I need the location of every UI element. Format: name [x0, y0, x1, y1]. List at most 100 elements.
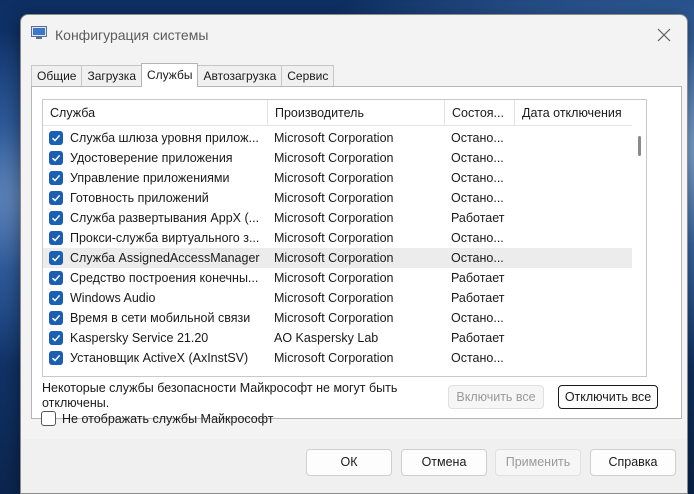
service-name: Прокси-служба виртуального з...	[70, 231, 260, 245]
service-checkbox[interactable]	[49, 151, 63, 165]
service-manufacturer: AO Kaspersky Lab	[274, 331, 379, 345]
service-checkbox[interactable]	[49, 211, 63, 225]
vertical-scrollbar[interactable]	[632, 100, 646, 376]
service-checkbox[interactable]	[49, 331, 63, 345]
checkmark-icon	[51, 254, 61, 262]
table-row[interactable]: Kaspersky Service 21.20 AO Kaspersky Lab Р…	[43, 328, 646, 348]
checkmark-icon	[51, 294, 61, 302]
service-name: Удостоверение приложения	[70, 151, 233, 165]
checkmark-icon	[51, 274, 61, 282]
column-header-manufacturer[interactable]: Производитель	[268, 100, 445, 126]
services-list[interactable]: Служба Производитель Состоя... Дата откл…	[42, 99, 647, 377]
table-row[interactable]: Готовность приложений Microsoft Corporati…	[43, 188, 646, 208]
cancel-button[interactable]: Отмена	[401, 449, 487, 476]
table-row[interactable]: Удостоверение приложения Microsoft Corpor…	[43, 148, 646, 168]
tab-services[interactable]: Службы	[141, 63, 199, 87]
table-row[interactable]: Время в сети мобильной связи Microsoft Co…	[43, 308, 646, 328]
msconfig-icon	[31, 26, 47, 39]
service-manufacturer: Microsoft Corporation	[274, 351, 394, 365]
dialog-footer: ОК Отмена Применить Справка	[21, 439, 687, 493]
checkmark-icon	[51, 234, 61, 242]
service-checkbox[interactable]	[49, 271, 63, 285]
service-checkbox[interactable]	[49, 231, 63, 245]
checkmark-icon	[51, 174, 61, 182]
service-manufacturer: Microsoft Corporation	[274, 291, 394, 305]
title-bar[interactable]: Конфигурация системы	[21, 15, 687, 55]
services-panel: Служба Производитель Состоя... Дата откл…	[31, 86, 682, 419]
help-button[interactable]: Справка	[590, 449, 676, 476]
table-row[interactable]: Служба развертывания AppX (... Microsoft …	[43, 208, 646, 228]
service-manufacturer: Microsoft Corporation	[274, 231, 394, 245]
service-checkbox[interactable]	[49, 171, 63, 185]
scrollbar-thumb[interactable]	[638, 136, 641, 156]
service-status: Остано...	[451, 131, 504, 145]
service-status: Остано...	[451, 171, 504, 185]
service-status: Остано...	[451, 311, 504, 325]
hide-microsoft-services-label: Не отображать службы Майкрософт	[62, 411, 274, 426]
service-checkbox[interactable]	[49, 251, 63, 265]
service-name: Служба шлюза уровня прилож...	[70, 131, 259, 145]
list-header: Служба Производитель Состоя... Дата откл…	[43, 100, 646, 126]
tab-tools[interactable]: Сервис	[281, 65, 335, 87]
table-row[interactable]: Служба шлюза уровня прилож... Microsoft C…	[43, 128, 646, 148]
checkmark-icon	[51, 134, 61, 142]
tab-general[interactable]: Общие	[31, 65, 83, 87]
service-name-cell: Windows Audio	[43, 288, 268, 308]
service-name: Windows Audio	[70, 291, 156, 305]
service-name-cell: Установщик ActiveX (AxInstSV)	[43, 348, 268, 368]
window-title: Конфигурация системы	[55, 27, 209, 43]
service-name: Kaspersky Service 21.20	[70, 331, 209, 345]
table-row[interactable]: Установщик ActiveX (AxInstSV) Microsoft C…	[43, 348, 646, 368]
table-row[interactable]: Служба AssignedAccessManager Microsoft Co…	[43, 248, 632, 268]
service-checkbox[interactable]	[49, 311, 63, 325]
service-name-cell: Служба шлюза уровня прилож...	[43, 128, 268, 148]
hide-microsoft-services-checkbox[interactable]	[41, 411, 56, 426]
checkmark-icon	[51, 354, 61, 362]
enable-all-button[interactable]: Включить все	[448, 385, 544, 409]
checkmark-icon	[51, 214, 61, 222]
list-rows: Служба шлюза уровня прилож... Microsoft C…	[43, 128, 646, 368]
service-checkbox[interactable]	[49, 131, 63, 145]
service-manufacturer: Microsoft Corporation	[274, 311, 394, 325]
service-name: Средство построения конечны...	[70, 271, 259, 285]
checkmark-icon	[51, 314, 61, 322]
close-icon	[657, 28, 671, 42]
service-status: Остано...	[451, 251, 504, 265]
service-name-cell: Удостоверение приложения	[43, 148, 268, 168]
column-header-service[interactable]: Служба	[43, 100, 268, 126]
table-row[interactable]: Windows Audio Microsoft Corporation Работа…	[43, 288, 646, 308]
hide-microsoft-services-option[interactable]: Не отображать службы Майкрософт	[41, 411, 273, 426]
service-name-cell: Прокси-служба виртуального з...	[43, 228, 268, 248]
service-status: Работает	[451, 291, 505, 305]
service-name-cell: Управление приложениями	[43, 168, 268, 188]
service-status: Остано...	[451, 231, 504, 245]
tab-startup[interactable]: Автозагрузка	[197, 65, 283, 87]
service-name: Управление приложениями	[70, 171, 230, 185]
table-row[interactable]: Средство построения конечны... Microsoft …	[43, 268, 646, 288]
service-name: Готовность приложений	[70, 191, 209, 205]
close-button[interactable]	[641, 15, 687, 55]
service-status: Работает	[451, 331, 505, 345]
service-name-cell: Kaspersky Service 21.20	[43, 328, 268, 348]
checkmark-icon	[51, 334, 61, 342]
ok-button[interactable]: ОК	[306, 449, 392, 476]
apply-button[interactable]: Применить	[495, 449, 581, 476]
service-status: Остано...	[451, 151, 504, 165]
disable-all-button[interactable]: Отключить все	[558, 385, 658, 409]
service-checkbox[interactable]	[49, 291, 63, 305]
service-manufacturer: Microsoft Corporation	[274, 271, 394, 285]
tab-boot[interactable]: Загрузка	[81, 65, 142, 87]
column-header-status[interactable]: Состоя...	[445, 100, 515, 126]
tab-bar: Общие Загрузка Службы Автозагрузка Серви…	[31, 63, 335, 87]
service-name: Время в сети мобильной связи	[70, 311, 251, 325]
service-status: Остано...	[451, 351, 504, 365]
table-row[interactable]: Прокси-служба виртуального з... Microsoft…	[43, 228, 646, 248]
service-manufacturer: Microsoft Corporation	[274, 211, 394, 225]
table-row[interactable]: Управление приложениями Microsoft Corpora…	[43, 168, 646, 188]
service-checkbox[interactable]	[49, 191, 63, 205]
system-configuration-window: Конфигурация системы Общие Загрузка Служ…	[20, 14, 688, 494]
service-manufacturer: Microsoft Corporation	[274, 151, 394, 165]
column-header-date-disabled[interactable]: Дата отключения	[515, 100, 633, 126]
checkmark-icon	[51, 154, 61, 162]
service-checkbox[interactable]	[49, 351, 63, 365]
